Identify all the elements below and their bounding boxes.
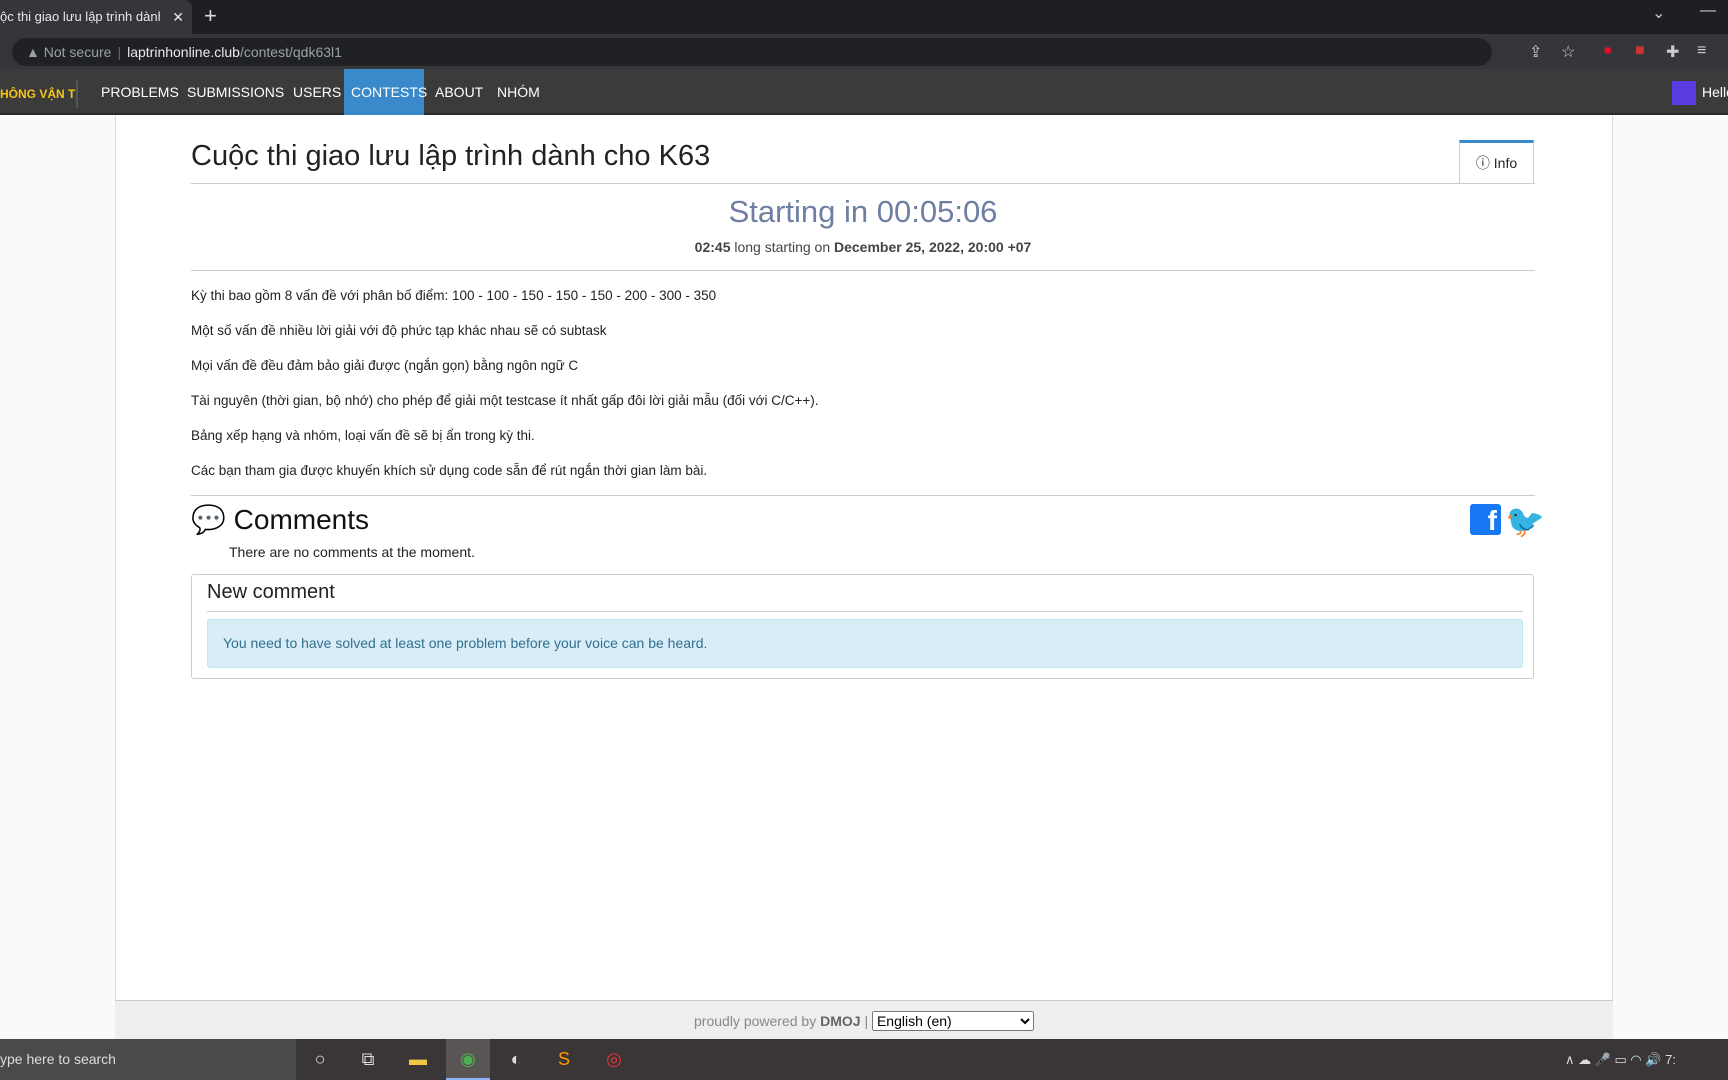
divider (191, 183, 1535, 184)
address-bar[interactable]: ▲ Not secure | laptrinhonline.club/contest… (12, 38, 1492, 66)
comments-heading: 💬 Comments (191, 503, 369, 536)
info-icon: ⓘ (1475, 155, 1494, 171)
dmoj-link[interactable]: DMOJ (820, 1013, 860, 1029)
divider (191, 270, 1535, 271)
description-paragraph: Một số vấn đề nhiều lời giải với độ phức… (191, 323, 607, 338)
system-tray[interactable]: ∧ ☁ 🎤 ▭ ◠ 🔊 7: (1565, 1039, 1676, 1080)
comment-alert: You need to have solved at least one pro… (207, 619, 1523, 668)
not-secure-label: Not secure (43, 44, 112, 60)
nav-users[interactable]: USERS (286, 69, 348, 115)
long-starting-on: long starting on (734, 239, 831, 255)
description-paragraph: Các bạn tham gia được khuyến khích sử dụ… (191, 463, 708, 478)
star-icon[interactable]: ☆ (1561, 42, 1575, 62)
facebook-share-icon[interactable]: f (1470, 504, 1501, 536)
nav-submissions[interactable]: SUBMISSIONS (180, 69, 291, 115)
nav-contests[interactable]: CONTESTS (344, 69, 427, 115)
extension-icon[interactable]: ■ (1635, 42, 1645, 60)
tab-info-label: Info (1493, 155, 1518, 171)
sublime-icon[interactable]: S (542, 1039, 586, 1080)
language-select[interactable]: English (en) (871, 1011, 1034, 1031)
page-margin-left (0, 115, 115, 1039)
browser-tab[interactable]: ộc thi giao lưu lập trình dành cho K63 ✕ (0, 0, 192, 34)
avatar (1672, 81, 1696, 106)
user-greeting: Hello (1702, 84, 1728, 100)
chrome-icon[interactable]: ◉ (446, 1039, 490, 1080)
contest-time-info: 02:45 long starting on December 25, 2022… (191, 239, 1535, 255)
tab-search-chevron-icon[interactable]: ⌄ (1652, 3, 1665, 23)
url-host: laptrinhonline.club (127, 44, 240, 60)
nav-problems[interactable]: PROBLEMS (94, 69, 186, 115)
taskbar-search[interactable]: ype here to search (0, 1039, 296, 1080)
no-comments-text: There are no comments at the moment. (229, 544, 475, 560)
description-paragraph: Mọi vấn đề đều đảm bảo giải được (ngắn g… (191, 358, 579, 373)
share-icon[interactable]: ⇪ (1529, 42, 1542, 62)
puzzle-icon[interactable]: ✚ (1666, 42, 1679, 62)
new-tab-icon[interactable]: + (204, 3, 217, 29)
minimize-icon[interactable]: — (1700, 2, 1716, 20)
duration: 02:45 (694, 239, 731, 255)
tab-title: ộc thi giao lưu lập trình dành cho K63 (0, 9, 160, 24)
adblock-extension-icon[interactable]: ● (1603, 42, 1613, 60)
nav-about[interactable]: ABOUT (428, 69, 490, 115)
comments-heading-text: Comments (233, 504, 370, 535)
comments-icon: 💬 (191, 504, 226, 535)
browser-tab-bar (0, 0, 1728, 34)
divider (207, 611, 1523, 612)
user-menu[interactable]: Hello (1672, 80, 1728, 106)
warning-icon: ▲ (26, 44, 44, 60)
task-view-icon[interactable]: ⧉ (346, 1039, 390, 1080)
divider (191, 495, 1535, 496)
page-margin-right (1613, 115, 1728, 1039)
file-explorer-icon[interactable]: ▬ (396, 1039, 440, 1080)
obs-icon[interactable]: ◎ (592, 1039, 636, 1080)
powered-by: proudly powered by (694, 1013, 817, 1029)
close-tab-icon[interactable]: ✕ (172, 0, 184, 34)
tab-info[interactable]: ⓘ Info (1459, 140, 1534, 184)
twitter-share-icon[interactable]: 🐦 (1505, 502, 1545, 540)
url-path: /contest/qdk63l1 (239, 44, 342, 60)
footer: proudly powered by DMOJ | English (en) (115, 1000, 1613, 1039)
new-comment-title: New comment (207, 581, 335, 603)
start-time: December 25, 2022, 20:00 +07 (834, 239, 1032, 255)
contest-timer: Starting in 00:05:06 (728, 194, 998, 229)
page-title: Cuộc thi giao lưu lập trình dành cho K63 (191, 140, 711, 172)
paint-icon[interactable]: ◐ (494, 1039, 538, 1080)
description-paragraph: Bảng xếp hạng và nhóm, loại vấn đề sẽ bị… (191, 428, 535, 443)
site-logo[interactable]: HÔNG VẬN TẢI (0, 80, 78, 108)
cortana-icon[interactable]: ○ (298, 1039, 342, 1080)
description-paragraph: Tài nguyên (thời gian, bộ nhớ) cho phép … (191, 393, 819, 408)
nav-nhom[interactable]: NHÓM (490, 69, 547, 115)
footer-separator: | (864, 1013, 869, 1029)
media-icon[interactable]: ≡ (1697, 42, 1706, 60)
description-paragraph: Kỳ thi bao gồm 8 vấn đề với phân bố điểm… (191, 288, 717, 303)
